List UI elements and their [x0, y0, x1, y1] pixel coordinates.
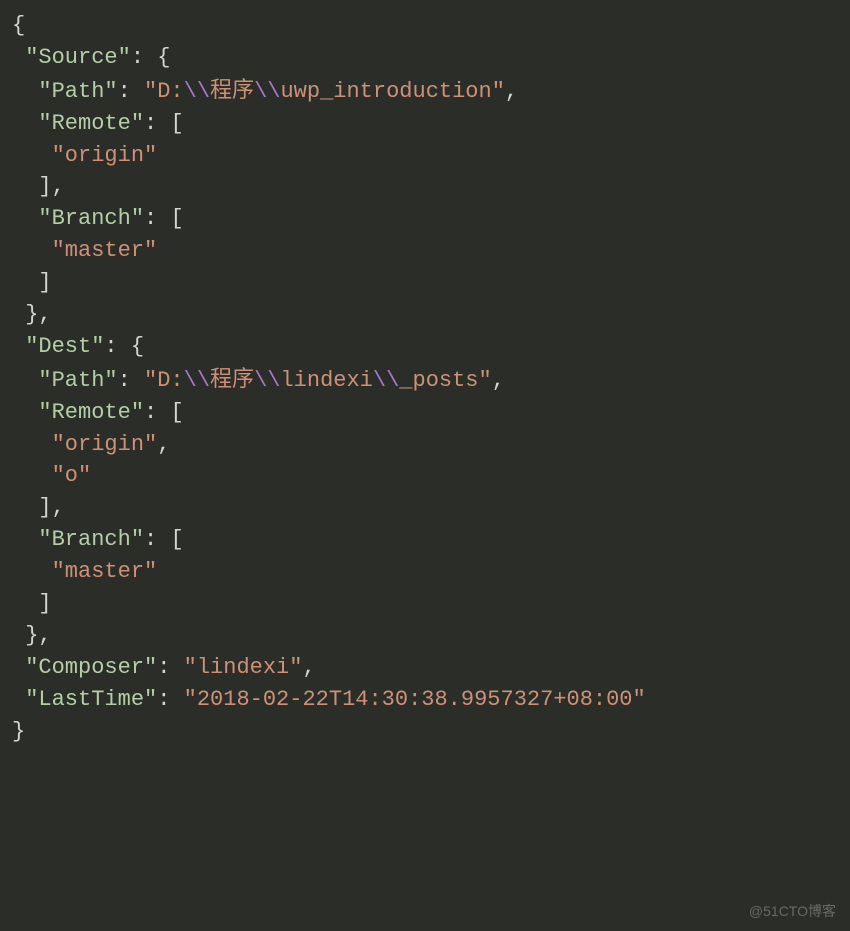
- code-line: ]: [12, 588, 838, 620]
- token-punct: :: [144, 111, 170, 136]
- json-code-block: { "Source": { "Path": "D:\\程序\\uwp_intro…: [12, 10, 838, 747]
- token-key: "Path": [38, 368, 117, 393]
- code-line: "Path": "D:\\程序\\uwp_introduction",: [12, 74, 838, 108]
- token-bracket: ]: [38, 591, 51, 616]
- token-string: _posts": [399, 368, 491, 393]
- code-line: "Dest": {: [12, 331, 838, 363]
- token-key: "Branch": [38, 206, 144, 231]
- code-line: "Branch": [: [12, 524, 838, 556]
- token-string: "origin": [52, 432, 158, 457]
- token-key: "Remote": [38, 400, 144, 425]
- token-key: "Branch": [38, 527, 144, 552]
- token-string: "D:: [144, 368, 184, 393]
- watermark-text: @51CTO博客: [749, 901, 836, 921]
- token-key: "LastTime": [25, 687, 157, 712]
- token-key: "Composer": [25, 655, 157, 680]
- token-key: "Path": [38, 79, 117, 104]
- token-string-cjk: 程序: [210, 366, 254, 391]
- token-punct: :: [144, 206, 170, 231]
- token-bracket: ]: [38, 495, 51, 520]
- token-brace: }: [25, 302, 38, 327]
- token-brace: }: [25, 623, 38, 648]
- token-punct: :: [144, 400, 170, 425]
- token-string: "D:: [144, 79, 184, 104]
- code-line: {: [12, 10, 838, 42]
- code-line: ],: [12, 492, 838, 524]
- token-string: "master": [52, 559, 158, 584]
- token-bracket: ]: [38, 270, 51, 295]
- token-brace: {: [157, 45, 170, 70]
- token-punct: ,: [157, 432, 170, 457]
- token-punct: :: [157, 687, 183, 712]
- token-brace: {: [131, 334, 144, 359]
- token-brace: }: [12, 719, 25, 744]
- token-key: "Remote": [38, 111, 144, 136]
- token-punct: ,: [492, 368, 505, 393]
- token-key: "Source": [25, 45, 131, 70]
- code-line: "origin",: [12, 429, 838, 461]
- token-punct: ,: [38, 302, 51, 327]
- token-escape: \\: [184, 368, 210, 393]
- token-punct: ,: [52, 495, 65, 520]
- token-brace: {: [12, 13, 25, 38]
- token-punct: :: [144, 527, 170, 552]
- token-string: uwp_introduction": [280, 79, 504, 104]
- token-string: "master": [52, 238, 158, 263]
- code-line: "Source": {: [12, 42, 838, 74]
- token-punct: :: [131, 45, 157, 70]
- token-string: lindexi: [280, 368, 372, 393]
- code-line: "master": [12, 556, 838, 588]
- token-punct: ,: [38, 623, 51, 648]
- token-punct: ,: [505, 79, 518, 104]
- code-line: "LastTime": "2018-02-22T14:30:38.9957327…: [12, 684, 838, 716]
- token-string: "2018-02-22T14:30:38.9957327+08:00": [184, 687, 646, 712]
- token-string: "o": [52, 463, 92, 488]
- code-line: ],: [12, 171, 838, 203]
- code-line: "o": [12, 460, 838, 492]
- token-string-cjk: 程序: [210, 77, 254, 102]
- token-bracket: ]: [38, 174, 51, 199]
- token-escape: \\: [184, 79, 210, 104]
- token-punct: :: [118, 79, 144, 104]
- code-line: "Path": "D:\\程序\\lindexi\\_posts",: [12, 363, 838, 397]
- code-line: "Composer": "lindexi",: [12, 652, 838, 684]
- token-escape: \\: [254, 79, 280, 104]
- token-escape: \\: [254, 368, 280, 393]
- token-escape: \\: [373, 368, 399, 393]
- code-line: "origin": [12, 140, 838, 172]
- token-punct: ,: [302, 655, 315, 680]
- code-line: },: [12, 620, 838, 652]
- token-bracket: [: [170, 527, 183, 552]
- code-line: "Branch": [: [12, 203, 838, 235]
- code-line: "master": [12, 235, 838, 267]
- token-punct: :: [118, 368, 144, 393]
- token-punct: :: [104, 334, 130, 359]
- code-line: }: [12, 716, 838, 748]
- token-bracket: [: [170, 400, 183, 425]
- token-bracket: [: [170, 111, 183, 136]
- code-line: },: [12, 299, 838, 331]
- token-string: "origin": [52, 143, 158, 168]
- token-bracket: [: [170, 206, 183, 231]
- code-line: ]: [12, 267, 838, 299]
- token-string: "lindexi": [184, 655, 303, 680]
- code-line: "Remote": [: [12, 397, 838, 429]
- code-line: "Remote": [: [12, 108, 838, 140]
- token-key: "Dest": [25, 334, 104, 359]
- token-punct: :: [157, 655, 183, 680]
- token-punct: ,: [52, 174, 65, 199]
